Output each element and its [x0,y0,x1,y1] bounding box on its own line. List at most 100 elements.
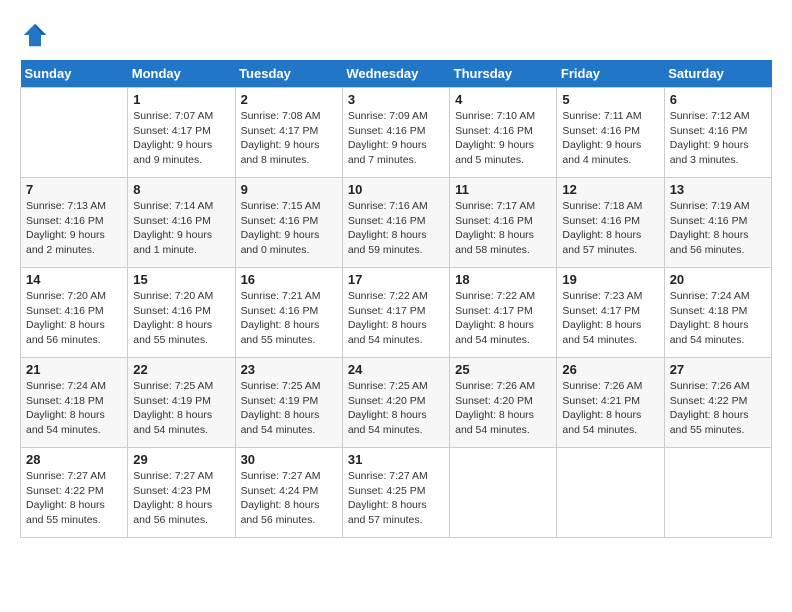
day-info: Sunrise: 7:22 AM Sunset: 4:17 PM Dayligh… [455,289,551,348]
day-info: Sunrise: 7:16 AM Sunset: 4:16 PM Dayligh… [348,199,444,258]
week-row-3: 14 Sunrise: 7:20 AM Sunset: 4:16 PM Dayli… [21,268,772,358]
day-number: 23 [241,362,337,377]
calendar-cell [557,448,664,538]
day-info: Sunrise: 7:18 AM Sunset: 4:16 PM Dayligh… [562,199,658,258]
day-number: 5 [562,92,658,107]
calendar-cell: 23 Sunrise: 7:25 AM Sunset: 4:19 PM Dayli… [235,358,342,448]
calendar-cell: 25 Sunrise: 7:26 AM Sunset: 4:20 PM Dayli… [450,358,557,448]
calendar-cell: 26 Sunrise: 7:26 AM Sunset: 4:21 PM Dayli… [557,358,664,448]
calendar-cell: 6 Sunrise: 7:12 AM Sunset: 4:16 PM Daylig… [664,88,771,178]
day-number: 14 [26,272,122,287]
calendar-cell: 2Sunrise: 7:08 AM Sunset: 4:17 PM Daylig… [235,88,342,178]
day-info: Sunrise: 7:21 AM Sunset: 4:16 PM Dayligh… [241,289,337,348]
day-number: 15 [133,272,229,287]
calendar-cell: 9 Sunrise: 7:15 AM Sunset: 4:16 PM Daylig… [235,178,342,268]
day-number: 12 [562,182,658,197]
day-number: 22 [133,362,229,377]
header-friday: Friday [557,60,664,88]
day-number: 3 [348,92,444,107]
calendar-cell: 1 Sunrise: 7:07 AM Sunset: 4:17 PM Daylig… [128,88,235,178]
day-info: Sunrise: 7:11 AM Sunset: 4:16 PM Dayligh… [562,109,658,168]
day-info: Sunrise: 7:27 AM Sunset: 4:22 PM Dayligh… [26,469,122,528]
day-info: Sunrise: 7:24 AM Sunset: 4:18 PM Dayligh… [26,379,122,438]
day-info: Sunrise: 7:25 AM Sunset: 4:19 PM Dayligh… [133,379,229,438]
day-info: Sunrise: 7:26 AM Sunset: 4:21 PM Dayligh… [562,379,658,438]
header-saturday: Saturday [664,60,771,88]
day-number: 28 [26,452,122,467]
day-info: Sunrise: 7:25 AM Sunset: 4:19 PM Dayligh… [241,379,337,438]
day-number: 26 [562,362,658,377]
day-info: Sunrise: 7:12 AM Sunset: 4:16 PM Dayligh… [670,109,766,168]
day-number: 4 [455,92,551,107]
calendar-cell [450,448,557,538]
day-number: 9 [241,182,337,197]
calendar-cell: 11 Sunrise: 7:17 AM Sunset: 4:16 PM Dayli… [450,178,557,268]
calendar-cell: 10 Sunrise: 7:16 AM Sunset: 4:16 PM Dayli… [342,178,449,268]
day-info: Sunrise: 7:15 AM Sunset: 4:16 PM Dayligh… [241,199,337,258]
week-row-4: 21 Sunrise: 7:24 AM Sunset: 4:18 PM Dayli… [21,358,772,448]
day-info: Sunrise: 7:10 AM Sunset: 4:16 PM Dayligh… [455,109,551,168]
calendar-cell: 7 Sunrise: 7:13 AM Sunset: 4:16 PM Daylig… [21,178,128,268]
header-sunday: Sunday [21,60,128,88]
day-number: 7 [26,182,122,197]
calendar-cell: 16 Sunrise: 7:21 AM Sunset: 4:16 PM Dayli… [235,268,342,358]
day-info: Sunrise: 7:17 AM Sunset: 4:16 PM Dayligh… [455,199,551,258]
day-info: Sunrise: 7:25 AM Sunset: 4:20 PM Dayligh… [348,379,444,438]
day-number: 21 [26,362,122,377]
calendar-cell: 24Sunrise: 7:25 AM Sunset: 4:20 PM Dayli… [342,358,449,448]
day-number: 17 [348,272,444,287]
calendar-cell: 4 Sunrise: 7:10 AM Sunset: 4:16 PM Daylig… [450,88,557,178]
calendar-cell [21,88,128,178]
day-number: 25 [455,362,551,377]
day-info: Sunrise: 7:26 AM Sunset: 4:20 PM Dayligh… [455,379,551,438]
calendar-cell: 31 Sunrise: 7:27 AM Sunset: 4:25 PM Dayli… [342,448,449,538]
calendar-cell: 17 Sunrise: 7:22 AM Sunset: 4:17 PM Dayli… [342,268,449,358]
day-info: Sunrise: 7:09 AM Sunset: 4:16 PM Dayligh… [348,109,444,168]
calendar-cell: 18 Sunrise: 7:22 AM Sunset: 4:17 PM Dayli… [450,268,557,358]
header-tuesday: Tuesday [235,60,342,88]
day-info: Sunrise: 7:27 AM Sunset: 4:24 PM Dayligh… [241,469,337,528]
day-info: Sunrise: 7:27 AM Sunset: 4:25 PM Dayligh… [348,469,444,528]
day-info: Sunrise: 7:13 AM Sunset: 4:16 PM Dayligh… [26,199,122,258]
calendar-cell: 28 Sunrise: 7:27 AM Sunset: 4:22 PM Dayli… [21,448,128,538]
calendar-cell: 22 Sunrise: 7:25 AM Sunset: 4:19 PM Dayli… [128,358,235,448]
calendar-header-row: SundayMondayTuesdayWednesdayThursdayFrid… [21,60,772,88]
day-number: 13 [670,182,766,197]
day-info: Sunrise: 7:07 AM Sunset: 4:17 PM Dayligh… [133,109,229,168]
calendar-cell: 5 Sunrise: 7:11 AM Sunset: 4:16 PM Daylig… [557,88,664,178]
day-info: Sunrise: 7:20 AM Sunset: 4:16 PM Dayligh… [26,289,122,348]
day-number: 1 [133,92,229,107]
calendar-cell: 13 Sunrise: 7:19 AM Sunset: 4:16 PM Dayli… [664,178,771,268]
day-info: Sunrise: 7:14 AM Sunset: 4:16 PM Dayligh… [133,199,229,258]
header-monday: Monday [128,60,235,88]
day-number: 6 [670,92,766,107]
day-info: Sunrise: 7:24 AM Sunset: 4:18 PM Dayligh… [670,289,766,348]
header-wednesday: Wednesday [342,60,449,88]
day-number: 11 [455,182,551,197]
logo [20,20,54,50]
day-number: 29 [133,452,229,467]
day-number: 18 [455,272,551,287]
day-number: 10 [348,182,444,197]
day-number: 16 [241,272,337,287]
day-number: 31 [348,452,444,467]
week-row-2: 7 Sunrise: 7:13 AM Sunset: 4:16 PM Daylig… [21,178,772,268]
day-number: 19 [562,272,658,287]
day-info: Sunrise: 7:08 AM Sunset: 4:17 PM Dayligh… [241,109,337,168]
calendar-cell: 3 Sunrise: 7:09 AM Sunset: 4:16 PM Daylig… [342,88,449,178]
day-number: 30 [241,452,337,467]
day-info: Sunrise: 7:23 AM Sunset: 4:17 PM Dayligh… [562,289,658,348]
calendar-cell: 19 Sunrise: 7:23 AM Sunset: 4:17 PM Dayli… [557,268,664,358]
header-thursday: Thursday [450,60,557,88]
day-info: Sunrise: 7:22 AM Sunset: 4:17 PM Dayligh… [348,289,444,348]
day-info: Sunrise: 7:19 AM Sunset: 4:16 PM Dayligh… [670,199,766,258]
day-info: Sunrise: 7:27 AM Sunset: 4:23 PM Dayligh… [133,469,229,528]
week-row-1: 1 Sunrise: 7:07 AM Sunset: 4:17 PM Daylig… [21,88,772,178]
calendar-cell [664,448,771,538]
calendar-cell: 30 Sunrise: 7:27 AM Sunset: 4:24 PM Dayli… [235,448,342,538]
day-number: 27 [670,362,766,377]
page-header [20,20,772,50]
calendar-cell: 12 Sunrise: 7:18 AM Sunset: 4:16 PM Dayli… [557,178,664,268]
calendar-cell: 8Sunrise: 7:14 AM Sunset: 4:16 PM Daylig… [128,178,235,268]
day-info: Sunrise: 7:26 AM Sunset: 4:22 PM Dayligh… [670,379,766,438]
